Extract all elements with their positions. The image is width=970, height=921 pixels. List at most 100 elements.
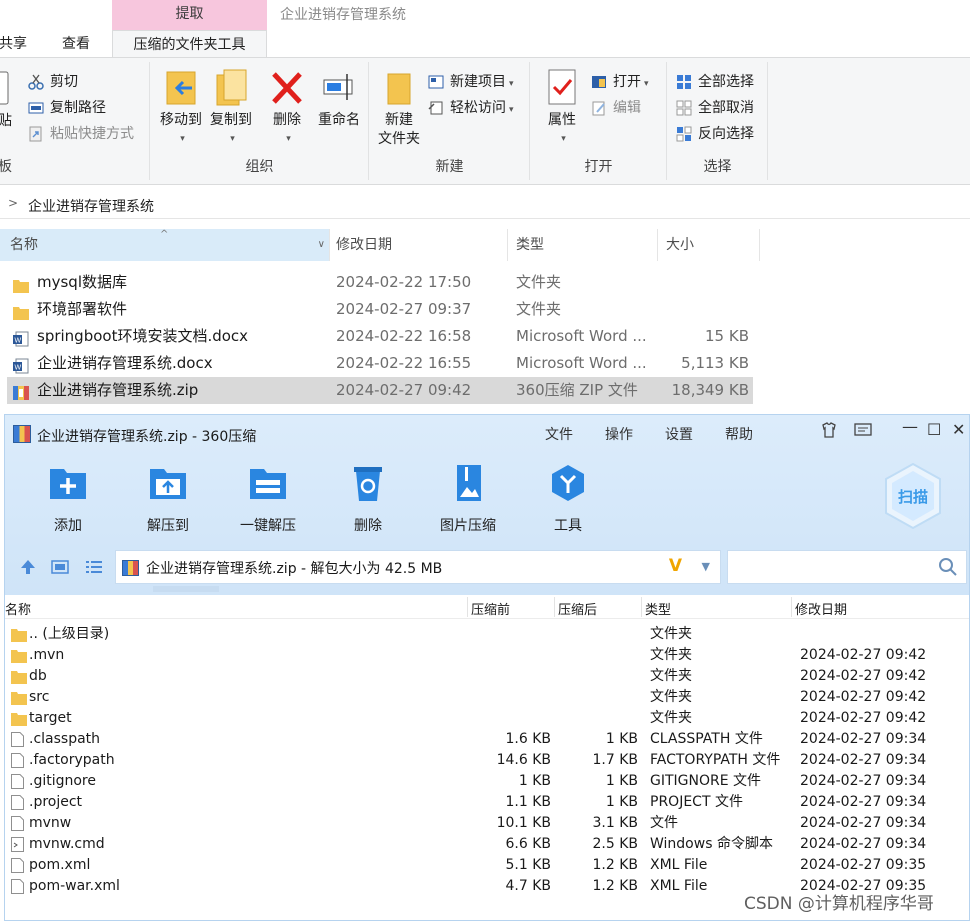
zip-file-row[interactable]: mvnw.cmd 6.6 KB 2.5 KB Windows 命令脚本 2024-02-… [5,834,969,855]
file-icon [11,858,24,873]
column-size-label: 大小 [666,237,694,253]
rename-button[interactable]: 重命名 [311,68,367,130]
properties-label: 属性 [548,112,576,128]
minimize-icon[interactable]: — [902,417,918,436]
paste-label: 贴 [0,113,12,129]
breadcrumb[interactable]: 企业进销存管理系统 [28,196,154,216]
zip-file-name: .factorypath [29,752,115,768]
zip-file-row[interactable]: .. (上级目录) 文件夹 [5,624,969,645]
easy-access-button[interactable]: 轻松访问 ▾ [428,96,514,120]
move-to-button[interactable]: 移动到 ▾ [155,68,207,149]
scan-button[interactable]: 扫描 [883,462,943,530]
up-arrow-icon[interactable] [19,558,37,580]
zip-file-row[interactable]: db 文件夹 2024-02-27 09:42 [5,666,969,687]
extract-to-tool-button[interactable]: 解压到 [123,463,213,535]
file-row[interactable]: 企业进销存管理系统.zip 2024-02-27 09:42 360压缩 ZIP 文… [7,377,753,404]
zip-column-name[interactable]: 名称 [5,599,31,618]
new-folder-button[interactable]: 新建 文件夹 [372,68,426,149]
open-group-label: 打开 [584,159,613,175]
zip-size-before: 1.6 KB [505,731,552,747]
column-divider [467,597,468,617]
column-name[interactable]: 名称 ^ ∨ [0,229,330,261]
delete-x-icon [270,68,304,108]
feedback-icon[interactable] [853,420,873,444]
new-item-button[interactable]: 新建项目 ▾ [428,70,514,94]
window-title: 企业进销存管理系统 [280,7,406,23]
zip-column-after[interactable]: 压缩后 [558,599,597,618]
zip-file-row[interactable]: .factorypath 14.6 KB 1.7 KB FACTORYPATH 文件 2… [5,750,969,771]
select-none-button[interactable]: 全部取消 [676,96,754,120]
image-compress-tool-button[interactable]: 图片压缩 [423,463,513,535]
address-bar[interactable]: > 企业进销存管理系统 [0,193,970,219]
cut-label: 剪切 [50,74,78,90]
menu-help[interactable]: 帮助 [725,424,753,444]
column-date-label: 修改日期 [336,237,392,253]
file-name: 环境部署软件 [37,300,128,318]
zip-column-before[interactable]: 压缩前 [471,599,510,618]
file-row[interactable]: 环境部署软件 2024-02-27 09:37 文件夹 [7,296,753,323]
zip-file-row[interactable]: .gitignore 1 KB 1 KB GITIGNORE 文件 2024-02-27… [5,771,969,792]
file-row[interactable]: W 企业进销存管理系统.docx 2024-02-22 16:55 Microsoft… [7,350,753,377]
column-size[interactable]: 大小 [656,229,760,261]
menu-file[interactable]: 文件 [545,424,573,444]
tab-view[interactable]: 查看 [62,30,90,58]
zip-file-row[interactable]: target 文件夹 2024-02-27 09:42 [5,708,969,729]
zip-file-row[interactable]: mvnw 10.1 KB 3.1 KB 文件 2024-02-27 09:34 [5,813,969,834]
file-icon [11,753,24,768]
search-icon[interactable] [938,557,958,581]
zip-file-row[interactable]: .classpath 1.6 KB 1 KB CLASSPATH 文件 2024-02-… [5,729,969,750]
one-click-extract-tool-button[interactable]: 一键解压 [223,463,313,535]
column-type[interactable]: 类型 [506,229,658,261]
zip-file-row[interactable]: .mvn 文件夹 2024-02-27 09:42 [5,645,969,666]
select-all-button[interactable]: 全部选择 [676,70,754,94]
file-row[interactable]: Wspringboot环境安装文档.docx 2024-02-22 16:58 Mi… [7,323,753,350]
delete-button[interactable]: 删除 ▾ [265,68,309,149]
copy-to-caret-icon: ▾ [230,134,235,144]
open-group: 属性 ▾ 打开 ▾ 编辑 打开 [531,62,667,180]
search-input[interactable] [727,550,967,584]
thumbnail-view-icon[interactable] [51,558,69,580]
archive-path-field[interactable]: 企业进销存管理系统.zip - 解包大小为 42.5 MB V ▼ [115,550,721,584]
invert-selection-button[interactable]: 反向选择 [676,122,754,146]
maximize-icon[interactable]: ☐ [927,420,941,439]
zip-file-date: 2024-02-27 09:35 [800,857,927,873]
path-dropdown-icon[interactable]: ▼ [702,560,710,573]
close-icon[interactable]: ✕ [952,420,965,439]
column-dropdown-icon[interactable]: ∨ [318,229,325,261]
tab-compressed-folder-tools[interactable]: 压缩的文件夹工具 [112,30,267,58]
copy-path-button[interactable]: 复制路径 [28,96,106,120]
cut-button[interactable]: 剪切 [28,70,78,94]
easy-access-caret-icon: ▾ [509,105,514,115]
properties-button[interactable]: 属性 ▾ [535,68,589,149]
delete-tool-button[interactable]: 删除 [323,463,413,535]
column-date[interactable]: 修改日期 [326,229,508,261]
zip-column-type[interactable]: 类型 [645,599,671,618]
folder-icon [11,627,27,642]
paste-button[interactable] [0,70,14,113]
zip-file-row[interactable]: .project 1.1 KB 1 KB PROJECT 文件 2024-02-27 0… [5,792,969,813]
zip-column-date[interactable]: 修改日期 [795,599,847,618]
zip-file-name: mvnw [29,815,72,831]
add-tool-button[interactable]: 添加 [23,463,113,535]
zip-window-title: 企业进销存管理系统.zip - 360压缩 [37,429,257,445]
tab-share[interactable]: 共享 [0,30,27,58]
header-scroll-thumb[interactable] [153,586,219,592]
zip-file-row[interactable]: src 文件夹 2024-02-27 09:42 [5,687,969,708]
zip-file-name: pom.xml [29,857,91,873]
tools-tool-button[interactable]: 工具 [523,463,613,535]
recycle-bin-icon [348,463,388,503]
file-row[interactable]: mysql数据库 2024-02-22 17:50 文件夹 [7,269,753,296]
skin-icon[interactable] [819,420,839,444]
v-logo-icon[interactable]: V [669,556,682,576]
chevron-right-icon[interactable]: > [8,196,18,210]
zip-file-date: 2024-02-27 09:34 [800,836,927,852]
menu-operate[interactable]: 操作 [605,424,633,444]
context-tab-extract[interactable]: 提取 [112,0,267,30]
open-button[interactable]: 打开 ▾ [591,70,649,94]
copy-to-button[interactable]: 复制到 ▾ [205,68,257,149]
list-view-icon[interactable] [85,558,103,580]
zip-file-row[interactable]: pom.xml 5.1 KB 1.2 KB XML File 2024-02-27 09… [5,855,969,876]
menu-settings[interactable]: 设置 [665,424,693,444]
paste-shortcut-button[interactable]: 粘贴快捷方式 [28,122,134,146]
edit-button[interactable]: 编辑 [591,96,641,120]
